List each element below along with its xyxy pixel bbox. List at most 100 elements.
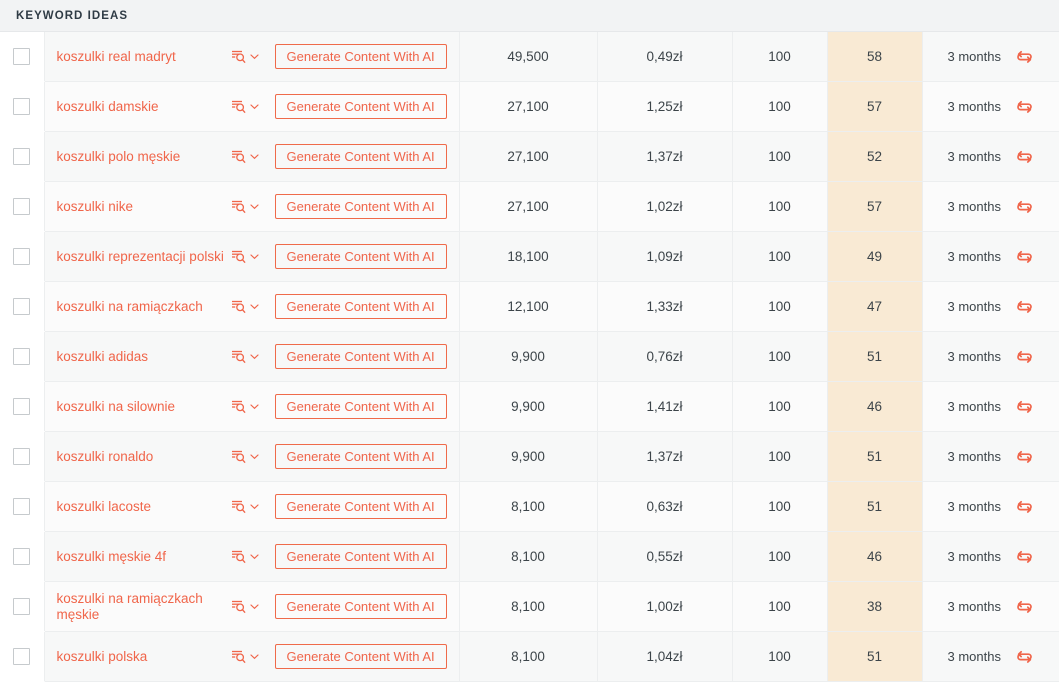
refresh-icon[interactable] <box>1015 448 1034 466</box>
generate-content-with-ai-button[interactable]: Generate Content With AI <box>274 344 447 369</box>
serp-analysis-icon[interactable] <box>231 349 259 364</box>
refresh-icon[interactable] <box>1015 48 1034 66</box>
keyword-link[interactable]: koszulki na ramiączkach <box>57 299 227 315</box>
cpc-cell: 0,49zł <box>596 32 732 82</box>
row-checkbox[interactable] <box>13 348 31 365</box>
keyword-cell: koszulki polska Generate Content With AI <box>43 631 459 682</box>
generate-content-with-ai-button[interactable]: Generate Content With AI <box>274 244 447 269</box>
keyword-link[interactable]: koszulki real madryt <box>57 49 227 65</box>
keyword-link[interactable]: koszulki damskie <box>57 99 227 115</box>
serp-analysis-icon[interactable] <box>231 399 259 414</box>
row-checkbox[interactable] <box>13 298 31 315</box>
page-title: KEYWORD IDEAS <box>16 9 129 22</box>
row-checkbox[interactable] <box>13 648 31 665</box>
generate-content-with-ai-button[interactable]: Generate Content With AI <box>274 394 447 419</box>
keyword-ideas-table: koszulki real madryt Generate Content Wi… <box>0 32 1059 682</box>
serp-analysis-icon[interactable] <box>231 49 259 64</box>
keyword-difficulty-value: 51 <box>866 649 883 664</box>
generate-content-with-ai-button[interactable]: Generate Content With AI <box>274 594 447 619</box>
row-checkbox[interactable] <box>13 148 31 165</box>
generate-content-with-ai-button[interactable]: Generate Content With AI <box>274 44 447 69</box>
serp-analysis-icon[interactable] <box>231 549 259 564</box>
refresh-icon[interactable] <box>1015 98 1034 116</box>
refresh-icon[interactable] <box>1015 298 1034 316</box>
last-updated-value: 3 months <box>947 599 1001 614</box>
generate-content-with-ai-button[interactable]: Generate Content With AI <box>274 144 447 169</box>
keyword-cell: koszulki polo męskie Generate Content Wi… <box>43 131 459 182</box>
keyword-link[interactable]: koszulki lacoste <box>57 499 227 515</box>
keyword-link[interactable]: koszulki ronaldo <box>57 449 227 465</box>
last-updated-cell: 3 months <box>921 32 1059 82</box>
refresh-icon[interactable] <box>1015 648 1034 666</box>
row-checkbox[interactable] <box>13 248 31 265</box>
chevron-down-icon <box>249 454 259 460</box>
serp-analysis-icon[interactable] <box>231 249 259 264</box>
row-select-cell <box>0 181 44 232</box>
generate-content-with-ai-button[interactable]: Generate Content With AI <box>274 494 447 519</box>
serp-analysis-icon[interactable] <box>231 449 259 464</box>
row-checkbox[interactable] <box>13 448 31 465</box>
serp-analysis-icon[interactable] <box>231 99 259 114</box>
row-select-cell <box>0 631 44 682</box>
refresh-icon[interactable] <box>1015 498 1034 516</box>
serp-analysis-icon[interactable] <box>231 599 259 614</box>
keyword-link[interactable]: koszulki polska <box>57 649 227 665</box>
keyword-difficulty-cell: 51 <box>826 631 922 682</box>
serp-analysis-icon[interactable] <box>231 199 259 214</box>
table-row: koszulki reprezentacji polski Generate C… <box>0 231 1059 282</box>
row-select-cell <box>0 431 44 482</box>
row-checkbox[interactable] <box>13 48 31 65</box>
search-volume-cell: 27,100 <box>458 181 597 232</box>
competition-value: 100 <box>768 99 791 114</box>
cpc-value: 1,33zł <box>646 299 683 314</box>
keyword-link[interactable]: koszulki męskie 4f <box>57 549 227 565</box>
chevron-down-icon <box>249 404 259 410</box>
serp-analysis-icon[interactable] <box>231 149 259 164</box>
search-volume-cell: 9,900 <box>458 331 597 382</box>
row-select-cell <box>0 281 44 332</box>
refresh-icon[interactable] <box>1015 598 1034 616</box>
refresh-icon[interactable] <box>1015 198 1034 216</box>
refresh-icon[interactable] <box>1015 548 1034 566</box>
serp-analysis-icon[interactable] <box>231 649 259 664</box>
keyword-link[interactable]: koszulki nike <box>57 199 227 215</box>
row-checkbox[interactable] <box>13 198 31 215</box>
keyword-difficulty-value: 51 <box>866 499 883 514</box>
last-updated-value: 3 months <box>947 249 1001 264</box>
serp-analysis-icon[interactable] <box>231 499 259 514</box>
keyword-cell: koszulki lacoste Generate Content With A… <box>43 481 459 532</box>
table-row: koszulki adidas Generate Content With AI <box>0 331 1059 382</box>
search-volume-value: 8,100 <box>511 499 545 514</box>
last-updated-value: 3 months <box>947 649 1001 664</box>
last-updated-cell: 3 months <box>921 331 1059 382</box>
generate-content-with-ai-button[interactable]: Generate Content With AI <box>274 94 447 119</box>
row-checkbox[interactable] <box>13 598 31 615</box>
competition-value: 100 <box>768 599 791 614</box>
last-updated-value: 3 months <box>947 549 1001 564</box>
keyword-link[interactable]: koszulki reprezentacji polski <box>57 249 227 265</box>
last-updated-cell: 3 months <box>921 381 1059 432</box>
keyword-link[interactable]: koszulki na ramiączkach męskie <box>57 591 227 623</box>
refresh-icon[interactable] <box>1015 398 1034 416</box>
keyword-link[interactable]: koszulki na silownie <box>57 399 227 415</box>
refresh-icon[interactable] <box>1015 348 1034 366</box>
chevron-down-icon <box>249 554 259 560</box>
row-checkbox[interactable] <box>13 98 31 115</box>
refresh-icon[interactable] <box>1015 148 1034 166</box>
keyword-difficulty-cell: 47 <box>826 281 922 332</box>
keyword-difficulty-value: 38 <box>866 599 883 614</box>
row-checkbox[interactable] <box>13 548 31 565</box>
serp-analysis-icon[interactable] <box>231 299 259 314</box>
refresh-icon[interactable] <box>1015 248 1034 266</box>
keyword-link[interactable]: koszulki adidas <box>57 349 227 365</box>
generate-content-with-ai-button[interactable]: Generate Content With AI <box>274 644 447 669</box>
keyword-cell: koszulki na silownie Generate Content Wi… <box>43 381 459 432</box>
generate-content-with-ai-button[interactable]: Generate Content With AI <box>274 194 447 219</box>
row-checkbox[interactable] <box>13 498 31 515</box>
keyword-link[interactable]: koszulki polo męskie <box>57 149 227 165</box>
row-checkbox[interactable] <box>13 398 31 415</box>
generate-content-with-ai-button[interactable]: Generate Content With AI <box>274 444 447 469</box>
cpc-value: 0,76zł <box>646 349 683 364</box>
generate-content-with-ai-button[interactable]: Generate Content With AI <box>274 544 447 569</box>
generate-content-with-ai-button[interactable]: Generate Content With AI <box>274 294 447 319</box>
